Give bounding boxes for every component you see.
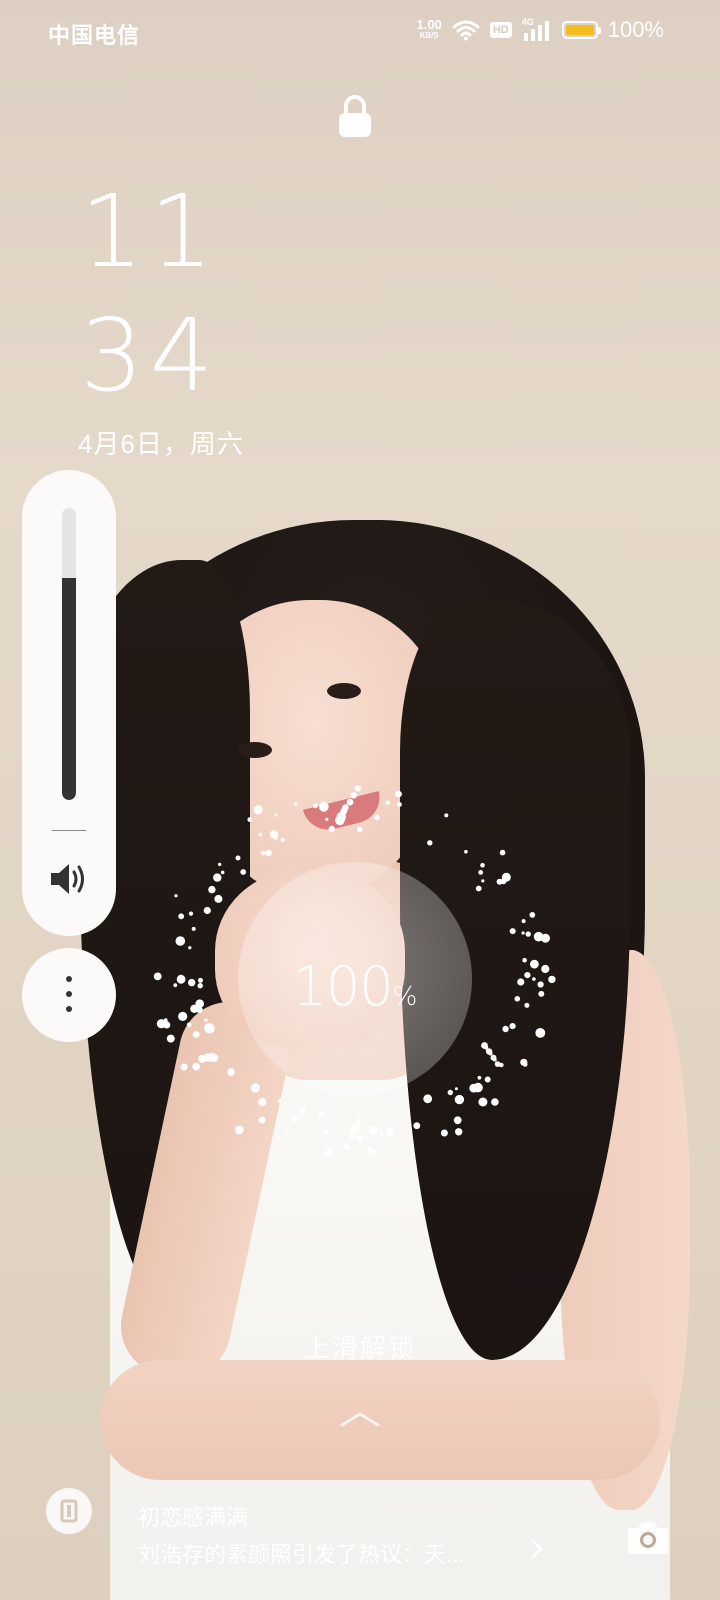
volume-slider-fill — [62, 578, 76, 800]
lock-icon[interactable] — [337, 94, 373, 138]
chevron-right-icon[interactable] — [530, 1538, 544, 1560]
chevron-up-icon[interactable] — [340, 1410, 380, 1428]
volume-slider[interactable] — [62, 508, 76, 800]
volume-divider — [52, 830, 86, 831]
notification-body[interactable]: 刘浩存的素颜照引发了热议：天... — [138, 1537, 464, 1569]
charging-percent-value: 100 — [292, 955, 394, 1018]
network-speed: 1.00 KB/S — [416, 17, 442, 41]
clock-hours: 11 — [80, 173, 220, 290]
network-speed-value: 1.00 — [416, 17, 442, 32]
clock-minutes: 34 — [80, 297, 220, 414]
unlock-hint: 上滑解锁 — [303, 1333, 416, 1363]
wallpaper-eye — [327, 683, 361, 699]
volume-more-button[interactable] — [22, 948, 116, 1042]
status-icons: 1.00 KB/S HD 4G 100% — [417, 17, 664, 43]
volume-panel — [22, 470, 116, 936]
camera-icon[interactable] — [626, 1518, 670, 1556]
status-bar: 中国电信 1.00 KB/S HD 4G 100% — [0, 0, 720, 64]
charging-text: 100% — [238, 955, 472, 1018]
date-label: 4月6日，周六 — [78, 429, 244, 459]
wallpaper-crossed-arm — [100, 1360, 660, 1480]
speaker-icon[interactable] — [49, 862, 89, 896]
network-speed-unit: KB/S — [419, 31, 439, 40]
wifi-icon — [452, 20, 480, 41]
hd-badge: HD — [489, 22, 512, 38]
carrier-name: 中国电信 — [48, 23, 141, 48]
signal-tag: 4G — [521, 17, 534, 27]
app-shortcut-icon[interactable] — [46, 1488, 92, 1534]
charging-percent-unit: % — [392, 982, 418, 1012]
more-vertical-icon — [65, 976, 73, 1012]
battery-fill — [565, 25, 594, 35]
battery-percent: 100% — [607, 17, 664, 42]
battery-icon — [561, 21, 601, 39]
wallpaper-eye — [238, 742, 272, 758]
signal-icon: 4G — [521, 17, 552, 41]
notification-title[interactable]: 初恋感满满 — [138, 1500, 248, 1532]
